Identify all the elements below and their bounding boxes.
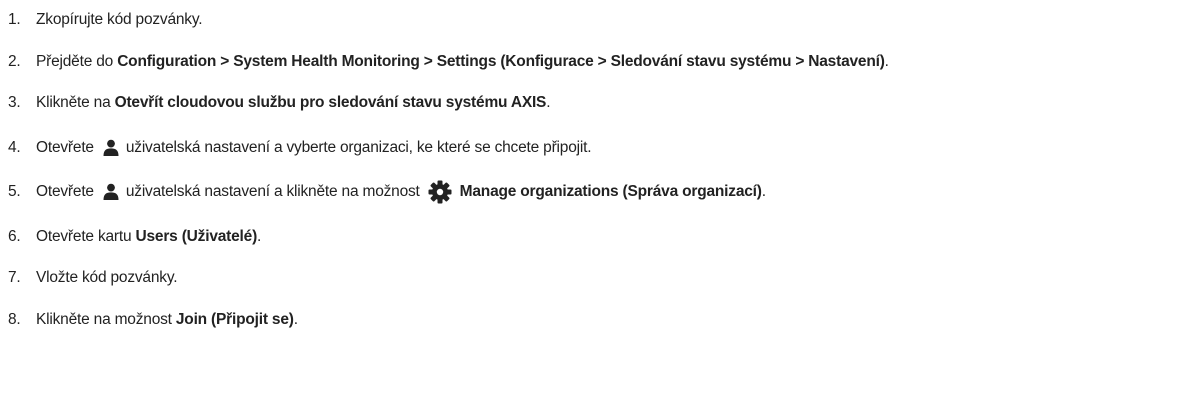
user-icon bbox=[102, 139, 120, 157]
step-text-plain: Otevřete kartu bbox=[36, 228, 136, 245]
step-text-mid: uživatelská nastavení a klikněte na možn… bbox=[125, 183, 420, 200]
step-text-end: . bbox=[884, 53, 889, 70]
step-text: Otevřete kartu Users (Uživatelé). bbox=[36, 228, 261, 246]
step-number: 4. bbox=[8, 139, 21, 156]
step-3: 3. Klikněte na Otevřít cloudovou službu … bbox=[8, 88, 551, 118]
step-number: 6. bbox=[8, 228, 21, 245]
step-text-plain: Otevřete bbox=[36, 183, 94, 200]
step-text: Zkopírujte kód pozvánky. bbox=[36, 11, 203, 28]
step-8: 8. Klikněte na možnost Join (Připojit se… bbox=[8, 305, 298, 335]
step-number: 8. bbox=[8, 311, 21, 328]
step-text-end: . bbox=[546, 94, 551, 111]
step-number: 3. bbox=[8, 94, 21, 111]
step-text-end: . bbox=[293, 311, 298, 328]
step-number: 2. bbox=[8, 53, 21, 70]
step-text: Vložte kód pozvánky. bbox=[36, 269, 178, 286]
step-text-plain: Klikněte na možnost bbox=[36, 311, 176, 328]
step-text-rich: Manage organizations (Správa organizací)… bbox=[460, 183, 766, 201]
action-name: Otevřít cloudovou službu pro sledování s… bbox=[114, 94, 547, 111]
step-1: 1. Zkopírujte kód pozvánky. bbox=[8, 5, 203, 35]
step-text-end: . bbox=[257, 228, 262, 245]
step-2: 2. Přejděte do Configuration > System He… bbox=[8, 47, 889, 77]
step-text: Přejděte do Configuration > System Healt… bbox=[36, 53, 889, 71]
step-text-end: . bbox=[761, 183, 766, 200]
action-name: Join (Připojit se) bbox=[175, 311, 294, 328]
step-6: 6. Otevřete kartu Users (Uživatelé). bbox=[8, 222, 261, 252]
action-name: Manage organizations (Správa organizací) bbox=[459, 183, 762, 200]
step-text: Klikněte na Otevřít cloudovou službu pro… bbox=[36, 94, 551, 112]
tab-name: Users (Uživatelé) bbox=[135, 228, 258, 245]
gear-icon bbox=[428, 180, 452, 204]
step-text-plain: Klikněte na bbox=[36, 94, 115, 111]
step-5: 5. Otevřete uživatelská nastavení a klik… bbox=[8, 177, 766, 207]
step-text-plain: Přejděte do bbox=[36, 53, 118, 70]
step-text: Klikněte na možnost Join (Připojit se). bbox=[36, 311, 298, 329]
step-7: 7. Vložte kód pozvánky. bbox=[8, 263, 178, 293]
step-4: 4. Otevřete uživatelská nastavení a vybe… bbox=[8, 133, 592, 163]
step-text-plain: Otevřete bbox=[36, 139, 94, 156]
user-icon bbox=[102, 183, 120, 201]
step-text-end: uživatelská nastavení a vyberte organiza… bbox=[125, 139, 592, 156]
step-number: 7. bbox=[8, 269, 21, 286]
menu-path: Configuration > System Health Monitoring… bbox=[117, 53, 885, 70]
step-number: 5. bbox=[8, 183, 21, 200]
step-number: 1. bbox=[8, 11, 21, 28]
